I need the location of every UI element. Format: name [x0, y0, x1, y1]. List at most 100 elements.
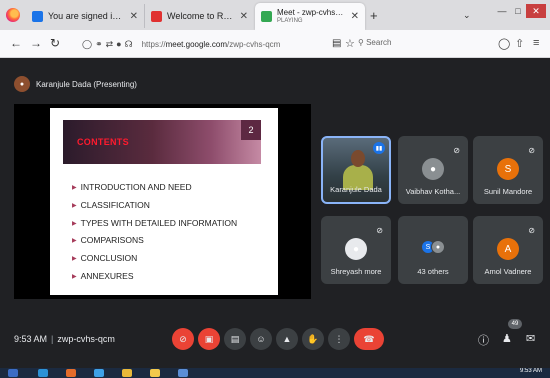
reader-view-icon[interactable]: ▤	[332, 38, 341, 49]
participant-name: 43 others	[417, 267, 449, 276]
participant-tile-sunil[interactable]: ⊘ S Sunil Mandore	[473, 136, 543, 204]
extensions-icon[interactable]: ⇧	[515, 37, 524, 50]
menu-icon[interactable]: ≡	[533, 37, 539, 49]
chat-icon[interactable]: ✉	[526, 332, 535, 345]
participant-name: Sunil Mandore	[483, 187, 533, 196]
tab-favicon-icon	[32, 10, 43, 22]
nav-bar: ← → ↻ ◯⚭⇄●☊ https://meet.google.com/zwp-…	[0, 30, 550, 58]
tab-title: Meet - zwp-cvhs-qcm PLAYING	[277, 8, 345, 26]
search-icon: ⚲	[358, 38, 364, 47]
list-item: CONCLUSION	[72, 251, 237, 269]
participant-tile-amol[interactable]: ⊘ A Amol Vadnere	[473, 216, 543, 284]
mic-off-icon: ⊘	[528, 146, 535, 155]
participant-name: Vaibhav Kotha...	[405, 187, 461, 196]
speaking-indicator-icon: ▮▮	[373, 142, 385, 154]
mic-off-icon: ⊘	[376, 226, 383, 235]
camera-off-icon[interactable]: ▣	[198, 328, 220, 350]
meeting-info-icon[interactable]: ⓘ	[478, 332, 489, 348]
window-controls: — □ ✕	[494, 4, 546, 18]
tab-playing-label: PLAYING	[277, 17, 303, 24]
mic-off-icon[interactable]: ⊘	[172, 328, 194, 350]
firefox-taskbar-icon[interactable]	[66, 369, 76, 377]
presentation-stage[interactable]: CONTENTS 2 INTRODUCTION AND NEED CLASSIF…	[14, 104, 311, 299]
participant-tile-karanjule[interactable]: ▮▮ Karanjule Dada	[321, 136, 391, 204]
url-path: /zwp-cvhs-qcm	[226, 39, 281, 49]
maximize-icon[interactable]: □	[510, 4, 526, 18]
pocket-icon[interactable]: ◯	[498, 37, 510, 50]
presenter-indicator: ● Karanjule Dada (Presenting)	[14, 76, 137, 92]
mic-off-icon: ⊘	[453, 146, 460, 155]
hang-up-icon[interactable]: ☎	[354, 328, 384, 350]
list-item: INTRODUCTION AND NEED	[72, 180, 237, 198]
start-icon[interactable]	[8, 369, 18, 377]
tab-title: Welcome to Rediffmail	[167, 11, 234, 21]
list-tabs-chevron-icon[interactable]: ⌄	[463, 10, 471, 21]
tab-close-icon[interactable]: ✕	[234, 11, 248, 22]
slide: CONTENTS 2 INTRODUCTION AND NEED CLASSIF…	[50, 108, 278, 295]
list-item: TYPES WITH DETAILED INFORMATION	[72, 216, 237, 234]
slide-number: 2	[241, 120, 261, 140]
new-tab-button[interactable]: +	[370, 8, 378, 23]
separator: |	[51, 334, 54, 344]
slide-title: CONTENTS	[77, 137, 129, 147]
meeting-details: 9:53 AM | zwp-cvhs-qcm	[14, 334, 115, 344]
site-permission-icons[interactable]: ◯⚭⇄●☊	[82, 39, 136, 50]
minimize-icon[interactable]: —	[494, 4, 510, 18]
tab-close-icon[interactable]: ✕	[124, 11, 138, 22]
avatar: ●	[431, 240, 445, 254]
meet-favicon-icon	[261, 11, 272, 22]
participant-name: Shreyash more	[330, 267, 382, 276]
emoji-icon[interactable]: ☺	[250, 328, 272, 350]
people-icon[interactable]: ♟	[502, 332, 512, 345]
slide-header: CONTENTS 2	[63, 120, 261, 164]
browser-taskbar-icon[interactable]	[94, 369, 104, 377]
list-item: CLASSIFICATION	[72, 198, 237, 216]
explorer-icon[interactable]	[38, 369, 48, 377]
participant-name: Karanjule Dada	[330, 185, 382, 194]
more-options-icon[interactable]: ⋮	[328, 328, 350, 350]
folder-taskbar-icon[interactable]	[150, 369, 160, 377]
tab-meet[interactable]: Meet - zwp-cvhs-qcm PLAYING ✕	[255, 3, 365, 30]
list-item: ANNEXURES	[72, 269, 237, 287]
tab-strip: You are signed in as av0720101 ✕ Welcome…	[0, 0, 550, 30]
meet-controls: 9:53 AM | zwp-cvhs-qcm ⊘ ▣ ▤ ☺ ▲ ✋ ⋮ ☎ ⓘ ♟…	[0, 316, 550, 366]
system-clock: 9:53 AM	[519, 368, 542, 374]
window-close-icon[interactable]: ✕	[526, 4, 546, 18]
avatar: A	[497, 238, 519, 260]
participant-tile-vaibhav[interactable]: ⊘ ● Vaibhav Kotha...	[398, 136, 468, 204]
url-text[interactable]: https://meet.google.com/zwp-cvhs-qcm	[142, 40, 281, 49]
firefox-icon[interactable]	[6, 8, 20, 22]
tab-close-icon[interactable]: ✕	[345, 11, 359, 22]
raise-hand-icon[interactable]: ✋	[302, 328, 324, 350]
meet-page: ● Karanjule Dada (Presenting) CONTENTS 2…	[0, 58, 550, 368]
people-count-badge: 49	[508, 319, 522, 329]
meeting-code: zwp-cvhs-qcm	[57, 334, 115, 344]
avatar: ●	[345, 238, 367, 260]
participant-tile-shreyash[interactable]: ⊘ ● Shreyash more	[321, 216, 391, 284]
participant-name: Amol Vadnere	[484, 267, 532, 276]
chrome-taskbar-icon[interactable]	[122, 369, 132, 377]
participant-tile-others[interactable]: S ● 43 others	[398, 216, 468, 284]
tab-signed-in[interactable]: You are signed in as av0720101 ✕	[26, 4, 144, 28]
url-host: meet.google.com	[165, 39, 227, 49]
tab-title-text: Meet - zwp-cvhs-qcm	[277, 7, 345, 17]
bookmark-star-icon[interactable]: ☆	[345, 37, 355, 50]
mic-off-icon: ⊘	[528, 226, 535, 235]
reload-icon[interactable]: ↻	[50, 36, 60, 50]
present-screen-icon[interactable]: ▲	[276, 328, 298, 350]
tab-rediffmail[interactable]: Welcome to Rediffmail ✕	[144, 4, 254, 28]
others-avatars: S ●	[421, 240, 445, 254]
captions-icon[interactable]: ▤	[224, 328, 246, 350]
app-taskbar-icon[interactable]	[178, 369, 188, 377]
meeting-time: 9:53 AM	[14, 334, 48, 344]
avatar: ●	[422, 158, 444, 180]
tab-favicon-icon	[151, 10, 162, 22]
presenter-label: Karanjule Dada (Presenting)	[36, 79, 137, 89]
back-arrow-icon[interactable]: ←	[10, 36, 22, 50]
search-bar[interactable]: ⚲ Search	[358, 38, 391, 47]
taskbar: 9:53 AM	[0, 368, 550, 378]
list-item: COMPARISONS	[72, 233, 237, 251]
search-placeholder: Search	[366, 38, 392, 47]
avatar: S	[497, 158, 519, 180]
forward-arrow-icon[interactable]: →	[30, 36, 42, 50]
